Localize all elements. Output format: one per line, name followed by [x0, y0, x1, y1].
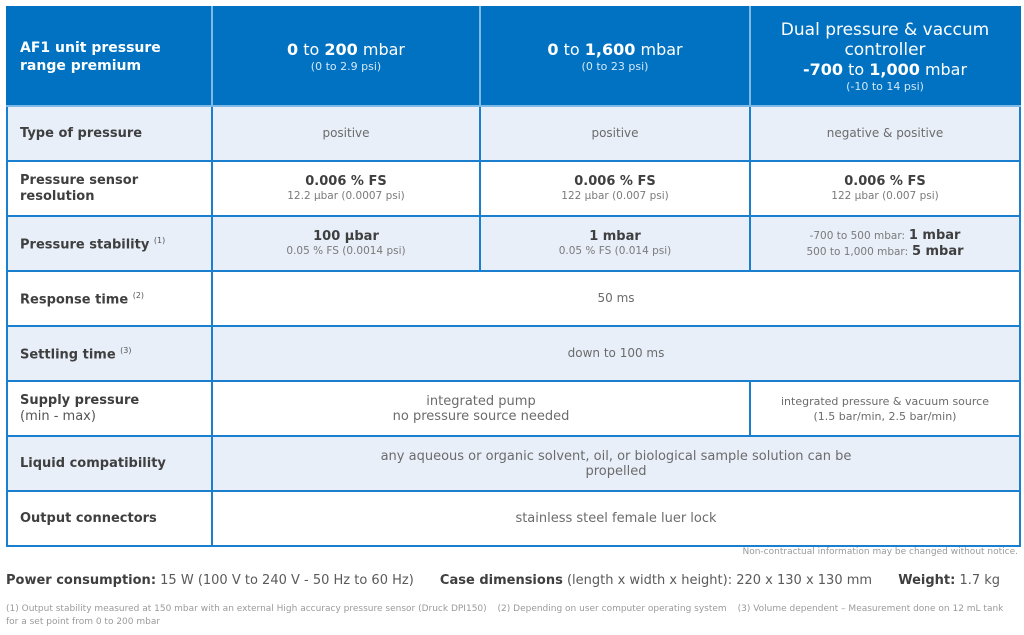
row-label-text: Pressure stability	[20, 237, 150, 253]
row-liquid-compatibility: Liquid compatibility any aqueous or orga…	[6, 435, 1021, 492]
footnote-2: (2) Depending on user computer operating…	[497, 604, 727, 614]
row-label: Pressure sensor resolution	[6, 160, 213, 217]
case-spec: Case dimensions (length x width x height…	[440, 573, 872, 588]
row-label-text: Supply pressure	[20, 392, 140, 408]
spec-value: 15 W (100 V to 240 V - 50 Hz to 60 Hz)	[160, 573, 414, 588]
cell-value: positive	[479, 105, 751, 162]
spec-label: Case dimensions	[439, 573, 563, 588]
general-specs: Power consumption: 15 W (100 V to 240 V …	[6, 573, 1022, 588]
range-psi: (0 to 2.9 psi)	[310, 59, 382, 73]
cell-main: 0.006 % FS	[305, 173, 387, 189]
row-label: Settling time (3)	[6, 325, 213, 382]
cell-value: down to 100 ms	[211, 325, 1021, 382]
weight-spec: Weight: 1.7 kg	[898, 573, 1000, 588]
row-label: Liquid compatibility	[6, 435, 213, 492]
range-from: 0	[286, 39, 299, 59]
range-to-word: to	[563, 39, 580, 59]
range-prefix: -700 to 500 mbar:	[809, 229, 905, 242]
spec-label: Weight:	[898, 573, 956, 588]
range-value: 1 mbar	[908, 227, 961, 243]
row-label-text: Response time	[20, 292, 129, 308]
range-to-word: to	[848, 59, 865, 79]
spec-label: Power consumption:	[6, 573, 157, 588]
range-to-word: to	[303, 39, 320, 59]
cell-main: 1 mbar	[589, 228, 641, 244]
cell-minor: 122 µbar (0.007 psi)	[561, 189, 669, 202]
header-range-dual: Dual pressure & vaccum controller -700 t…	[749, 6, 1021, 107]
footnote-ref: (2)	[132, 291, 145, 301]
row-label: Supply pressure (min - max)	[6, 380, 213, 437]
row-settling-time: Settling time (3) down to 100 ms	[6, 325, 1021, 382]
row-label-text: Settling time	[20, 347, 116, 363]
cell-value: integrated pump no pressure source needed	[211, 380, 751, 437]
row-label: Response time (2)	[6, 270, 213, 327]
cell-value: 0.006 % FS 12.2 µbar (0.0007 psi)	[211, 160, 481, 217]
cell-value: 50 ms	[211, 270, 1021, 327]
spec-value: (length x width x height): 220 x 130 x 1…	[566, 573, 873, 588]
row-label: Type of pressure	[6, 105, 213, 162]
range-unit: mbar	[924, 59, 968, 79]
row-sublabel: (min - max)	[20, 408, 96, 424]
cell-minor: 0.05 % FS (0.0014 psi)	[286, 244, 406, 257]
footnotes: (1) Output stability measured at 150 mba…	[6, 603, 1018, 629]
cell-value: stainless steel female luer lock	[211, 490, 1021, 547]
cell-main: 100 µbar	[313, 228, 379, 244]
cell-value: any aqueous or organic solvent, oil, or …	[211, 435, 1021, 492]
cell-line: no pressure source needed	[392, 408, 570, 424]
cell-minor: 0.05 % FS (0.014 psi)	[558, 244, 672, 257]
header-row: AF1 unit pressure range premium 0 to 200…	[6, 6, 1021, 107]
cell-value: 100 µbar 0.05 % FS (0.0014 psi)	[211, 215, 481, 272]
cell-line: integrated pump	[426, 393, 536, 409]
cell-value: 1 mbar 0.05 % FS (0.014 psi)	[479, 215, 751, 272]
row-label: Output connectors	[6, 490, 213, 547]
range-psi: (0 to 23 psi)	[581, 59, 649, 73]
row-resolution: Pressure sensor resolution 0.006 % FS 12.…	[6, 160, 1021, 217]
range-value: 5 mbar	[911, 243, 964, 259]
cell-line: integrated pressure & vacuum source	[781, 394, 989, 408]
row-supply-pressure: Supply pressure (min - max) integrated pu…	[6, 380, 1021, 437]
cell-value: positive	[211, 105, 481, 162]
range-unit: mbar	[640, 39, 683, 59]
cell-line: propelled	[585, 463, 647, 479]
row-label: Pressure stability (1)	[6, 215, 213, 272]
row-type-of-pressure: Type of pressure positive positive negat…	[6, 105, 1021, 162]
cell-minor: 122 µbar (0.007 psi)	[831, 189, 939, 202]
cell-minor: 12.2 µbar (0.0007 psi)	[287, 189, 405, 202]
range-to: 200	[324, 39, 358, 59]
disclaimer-notice: Non-contractual information may be chang…	[742, 547, 1018, 557]
cell-value: -700 to 500 mbar: 1 mbar 500 to 1,000 mb…	[749, 215, 1021, 272]
cell-line: (1.5 bar/min, 2.5 bar/min)	[813, 409, 957, 423]
range-from: 0	[547, 39, 559, 59]
row-response-time: Response time (2) 50 ms	[6, 270, 1021, 327]
range-prefix: 500 to 1,000 mbar:	[806, 245, 909, 258]
range-from: -700	[802, 59, 843, 79]
row-output-connectors: Output connectors stainless steel female…	[6, 490, 1021, 547]
cell-main: 0.006 % FS	[844, 173, 926, 189]
dual-title: Dual pressure & vaccum controller	[780, 19, 990, 60]
spec-value: 1.7 kg	[959, 573, 1001, 588]
header-label: AF1 unit pressure range premium	[6, 6, 213, 107]
header-range-200: 0 to 200 mbar (0 to 2.9 psi)	[211, 6, 481, 107]
power-spec: Power consumption: 15 W (100 V to 240 V …	[6, 573, 414, 588]
range-psi: (-10 to 14 psi)	[846, 79, 924, 93]
cell-value: 0.006 % FS 122 µbar (0.007 psi)	[749, 160, 1021, 217]
footnote-ref: (1)	[153, 236, 166, 246]
cell-value: 0.006 % FS 122 µbar (0.007 psi)	[479, 160, 751, 217]
cell-value: integrated pressure & vacuum source (1.5 …	[749, 380, 1021, 437]
range-to: 1,000	[869, 59, 920, 79]
cell-main: 0.006 % FS	[574, 173, 656, 189]
row-stability: Pressure stability (1) 100 µbar 0.05 % FS…	[6, 215, 1021, 272]
range-to: 1,600	[584, 39, 636, 59]
range-unit: mbar	[362, 39, 405, 59]
spec-table: AF1 unit pressure range premium 0 to 200…	[6, 6, 1021, 547]
cell-value: negative & positive	[749, 105, 1021, 162]
footnote-ref: (3)	[120, 346, 132, 356]
footnote-1: (1) Output stability measured at 150 mba…	[6, 604, 487, 614]
header-range-1600: 0 to 1,600 mbar (0 to 23 psi)	[479, 6, 751, 107]
cell-line: any aqueous or organic solvent, oil, or …	[380, 448, 852, 464]
